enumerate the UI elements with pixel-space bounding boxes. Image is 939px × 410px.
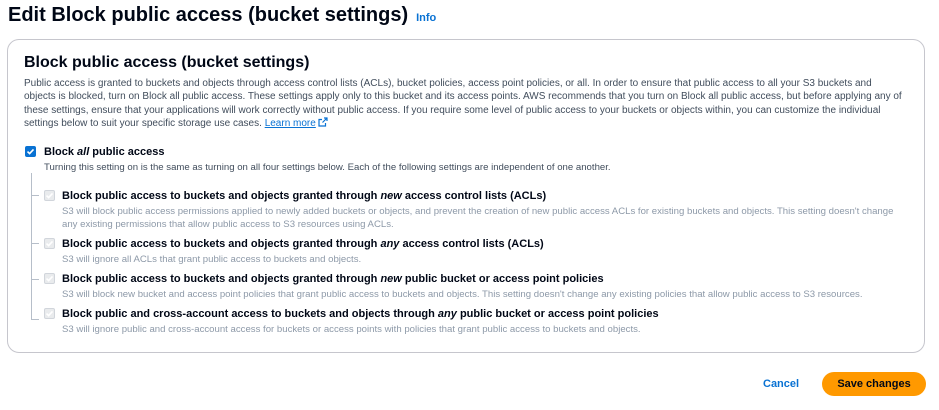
settings-tree-branch: [31, 243, 39, 244]
page-title: Edit Block public access (bucket setting…: [8, 4, 409, 26]
setting-any-policies-label: Block public and cross-account access to…: [62, 308, 659, 320]
external-link-icon: [318, 117, 328, 127]
setting-new-policies-description: S3 will block new bucket and access poin…: [62, 289, 863, 300]
setting-new-acls[interactable]: Block public access to buckets and objec…: [44, 190, 894, 231]
page-header: Edit Block public access (bucket setting…: [8, 4, 436, 27]
check-icon: [45, 275, 54, 282]
check-icon: [45, 240, 54, 247]
cancel-button[interactable]: Cancel: [753, 372, 809, 396]
setting-any-acls[interactable]: Block public access to buckets and objec…: [44, 238, 894, 266]
setting-new-acls-description: S3 will block public access permissions …: [62, 206, 894, 230]
panel-description-text: Public access is granted to buckets and …: [24, 78, 902, 129]
check-icon: [45, 310, 54, 317]
setting-new-policies[interactable]: Block public access to buckets and objec…: [44, 273, 894, 301]
setting-any-policies-checkbox[interactable]: [44, 308, 55, 319]
block-all-description: Turning this setting on is the same as t…: [44, 162, 611, 173]
setting-new-acls-checkbox[interactable]: [44, 190, 55, 201]
save-changes-button[interactable]: Save changes: [822, 372, 926, 396]
setting-any-acls-description: S3 will ignore all ACLs that grant publi…: [62, 254, 362, 265]
setting-any-acls-label: Block public access to buckets and objec…: [62, 238, 544, 250]
setting-new-policies-label: Block public access to buckets and objec…: [62, 273, 604, 285]
learn-more-label[interactable]: Learn more: [265, 118, 316, 129]
settings-tree-branch: [31, 195, 39, 196]
block-all-option[interactable]: Block all public access Turning this set…: [25, 146, 905, 174]
panel-description: Public access is granted to buckets and …: [24, 77, 904, 130]
block-all-label: Block all public access: [44, 146, 165, 158]
block-all-checkbox[interactable]: [25, 146, 36, 157]
settings-tree-branch: [31, 319, 39, 320]
panel-title: Block public access (bucket settings): [24, 54, 310, 71]
check-icon: [45, 192, 54, 199]
settings-tree-branch: [31, 279, 39, 280]
setting-any-policies-description: S3 will ignore public and cross-account …: [62, 324, 641, 335]
learn-more-link[interactable]: Learn more: [265, 117, 328, 129]
info-link[interactable]: Info: [416, 12, 436, 24]
setting-new-policies-checkbox[interactable]: [44, 273, 55, 284]
setting-any-acls-checkbox[interactable]: [44, 238, 55, 249]
setting-new-acls-label: Block public access to buckets and objec…: [62, 190, 547, 202]
setting-any-policies[interactable]: Block public and cross-account access to…: [44, 308, 894, 336]
check-icon: [26, 148, 35, 155]
